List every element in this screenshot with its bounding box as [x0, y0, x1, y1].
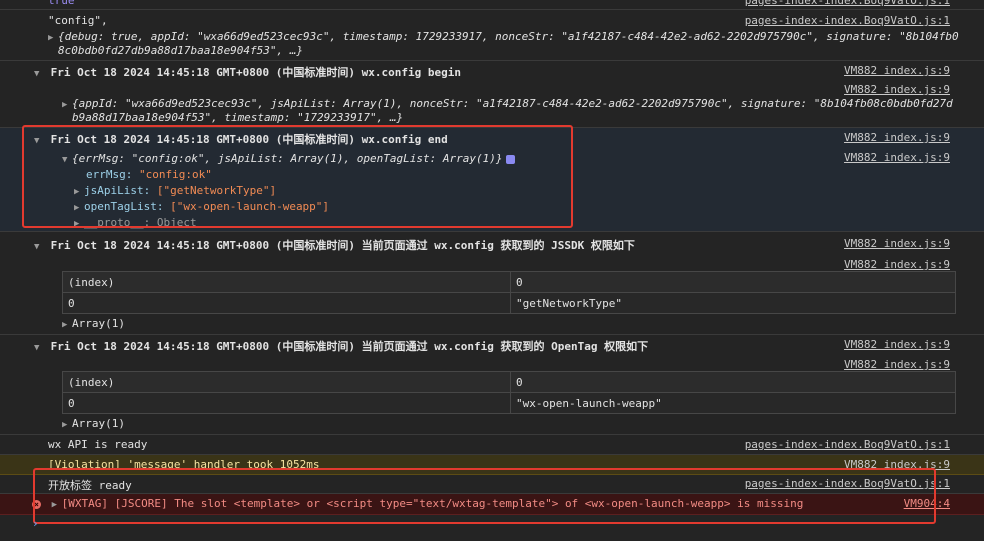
- log-row-true: true pages-index-index.Boq9VatO.js:1: [0, 0, 984, 10]
- object-summary-cont: b9a88d17baa18e904f53", timestamp: "17292…: [72, 111, 404, 124]
- table-header[interactable]: (index): [62, 271, 511, 293]
- triangle-right-icon[interactable]: ▶: [62, 320, 72, 330]
- error-line[interactable]: × ▶ [WXTAG] [JSCORE] The slot <template> …: [32, 497, 803, 510]
- source-link[interactable]: VM882 index.js:9: [844, 64, 950, 77]
- log-text: 开放标签 ready: [48, 479, 132, 492]
- object-expanded[interactable]: ▼ {errMsg: "config:ok", jsApiList: Array(…: [62, 152, 516, 165]
- property-key: openTagList:: [84, 200, 164, 213]
- array-preview[interactable]: ▶ Array(1): [62, 417, 125, 430]
- property-key: __proto__: Object: [84, 216, 197, 229]
- log-text: wx API is ready: [48, 438, 148, 451]
- property-errMsg: errMsg: "config:ok": [86, 168, 212, 181]
- table-header[interactable]: 0: [510, 371, 956, 393]
- object-summary: {errMsg: "config:ok", jsApiList: Array(1…: [72, 152, 503, 165]
- array-preview[interactable]: ▶ Array(1): [62, 317, 125, 330]
- log-row-wx-api-ready: wx API is ready pages-index-index.Boq9Va…: [0, 435, 984, 455]
- object-summary: {debug: true, appId: "wxa66d9ed523cec93c…: [58, 30, 959, 43]
- table-cell: "wx-open-launch-weapp": [510, 392, 956, 414]
- source-link[interactable]: VM882 index.js:9: [844, 151, 950, 164]
- property-value: ["getNetworkType"]: [156, 184, 277, 197]
- source-link[interactable]: VM882 index.js:9: [844, 237, 950, 250]
- property-jsApiList[interactable]: ▶ jsApiList: ["getNetworkType"]: [74, 184, 276, 197]
- triangle-down-icon[interactable]: ▼: [34, 343, 44, 353]
- group-title: Fri Oct 18 2024 14:45:18 GMT+0800 (中国标准时…: [50, 340, 649, 353]
- triangle-down-icon[interactable]: ▼: [34, 136, 44, 146]
- group-title: Fri Oct 18 2024 14:45:18 GMT+0800 (中国标准时…: [50, 133, 448, 146]
- property-proto[interactable]: ▶ __proto__: Object: [74, 216, 197, 229]
- log-text: true: [48, 0, 75, 7]
- object-preview[interactable]: ▶ {debug: true, appId: "wxa66d9ed523cec93…: [48, 30, 959, 43]
- triangle-right-icon[interactable]: ▶: [74, 219, 84, 229]
- triangle-down-icon[interactable]: ▼: [62, 155, 72, 165]
- table-header[interactable]: (index): [62, 371, 511, 393]
- array-label: Array(1): [72, 417, 125, 430]
- object-preview[interactable]: ▶ {appId: "wxa66d9ed523cec93c", jsApiList…: [62, 97, 953, 110]
- table-cell: 0: [62, 392, 511, 414]
- source-link[interactable]: VM882 index.js:9: [844, 258, 950, 271]
- triangle-down-icon[interactable]: ▼: [34, 69, 44, 79]
- source-link[interactable]: VM882 index.js:9: [844, 358, 950, 371]
- property-key: errMsg:: [86, 168, 133, 181]
- chevron-right-icon[interactable]: ›: [32, 517, 39, 530]
- group-title: Fri Oct 18 2024 14:45:18 GMT+0800 (中国标准时…: [50, 239, 635, 252]
- source-link[interactable]: VM882 index.js:9: [844, 338, 950, 351]
- group-header[interactable]: ▼ Fri Oct 18 2024 14:45:18 GMT+0800 (中国标…: [34, 131, 448, 147]
- error-circle-icon: ×: [32, 500, 41, 509]
- source-link[interactable]: pages-index-index.Boq9VatO.js:1: [745, 477, 950, 490]
- triangle-right-icon[interactable]: ▶: [52, 500, 62, 510]
- triangle-right-icon[interactable]: ▶: [48, 33, 58, 43]
- table-header[interactable]: 0: [510, 271, 956, 293]
- table-cell: 0: [62, 292, 511, 314]
- source-link[interactable]: VM904:4: [904, 497, 950, 510]
- error-text: [WXTAG] [JSCORE] The slot <template> or …: [61, 497, 804, 510]
- log-group-jssdk-permissions: ▼ Fri Oct 18 2024 14:45:18 GMT+0800 (中国标…: [0, 232, 984, 335]
- log-group-config-begin: ▼ Fri Oct 18 2024 14:45:18 GMT+0800 (中国标…: [0, 61, 984, 128]
- array-label: Array(1): [72, 317, 125, 330]
- property-key: jsApiList:: [84, 184, 151, 197]
- property-openTagList[interactable]: ▶ openTagList: ["wx-open-launch-weapp"]: [74, 200, 329, 213]
- triangle-right-icon[interactable]: ▶: [62, 420, 72, 430]
- source-link[interactable]: pages-index-index.Boq9VatO.js:1: [745, 438, 950, 451]
- source-link[interactable]: VM882 index.js:9: [844, 131, 950, 144]
- log-row-violation: [Violation] 'message' handler took 1052m…: [0, 455, 984, 475]
- console-table: (index) 0 0 "wx-open-launch-weapp": [62, 371, 956, 414]
- log-group-config-end: ▼ Fri Oct 18 2024 14:45:18 GMT+0800 (中国标…: [0, 128, 984, 232]
- log-group-opentag-permissions: ▼ Fri Oct 18 2024 14:45:18 GMT+0800 (中国标…: [0, 335, 984, 435]
- object-summary: {appId: "wxa66d9ed523cec93c", jsApiList:…: [72, 97, 953, 110]
- group-header[interactable]: ▼ Fri Oct 18 2024 14:45:18 GMT+0800 (中国标…: [34, 64, 461, 80]
- source-link[interactable]: pages-index-index.Boq9VatO.js:1: [745, 14, 950, 27]
- triangle-right-icon[interactable]: ▶: [74, 203, 84, 213]
- info-badge-icon[interactable]: [506, 154, 516, 164]
- log-row-config-object: "config", pages-index-index.Boq9VatO.js:…: [0, 10, 984, 61]
- console-table: (index) 0 0 "getNetworkType": [62, 271, 956, 314]
- log-row-opentag-ready: 开放标签 ready pages-index-index.Boq9VatO.js…: [0, 475, 984, 494]
- group-title: Fri Oct 18 2024 14:45:18 GMT+0800 (中国标准时…: [50, 66, 461, 79]
- group-header[interactable]: ▼ Fri Oct 18 2024 14:45:18 GMT+0800 (中国标…: [34, 338, 648, 354]
- table-cell: "getNetworkType": [510, 292, 956, 314]
- log-label: "config",: [48, 14, 108, 27]
- log-text: [Violation] 'message' handler took 1052m…: [48, 458, 320, 471]
- triangle-right-icon[interactable]: ▶: [74, 187, 84, 197]
- group-header[interactable]: ▼ Fri Oct 18 2024 14:45:18 GMT+0800 (中国标…: [34, 237, 635, 253]
- source-link[interactable]: pages-index-index.Boq9VatO.js:1: [745, 0, 950, 7]
- log-row-error: × ▶ [WXTAG] [JSCORE] The slot <template> …: [0, 494, 984, 515]
- source-link[interactable]: VM882 index.js:9: [844, 458, 950, 471]
- object-summary-cont: 8c0bdb0fd27db9a88d17baa18e904f53", …}: [58, 44, 304, 57]
- property-value: "config:ok": [138, 168, 212, 181]
- triangle-down-icon[interactable]: ▼: [34, 242, 44, 252]
- property-value: ["wx-open-launch-weapp"]: [170, 200, 330, 213]
- source-link[interactable]: VM882 index.js:9: [844, 83, 950, 96]
- triangle-right-icon[interactable]: ▶: [62, 100, 72, 110]
